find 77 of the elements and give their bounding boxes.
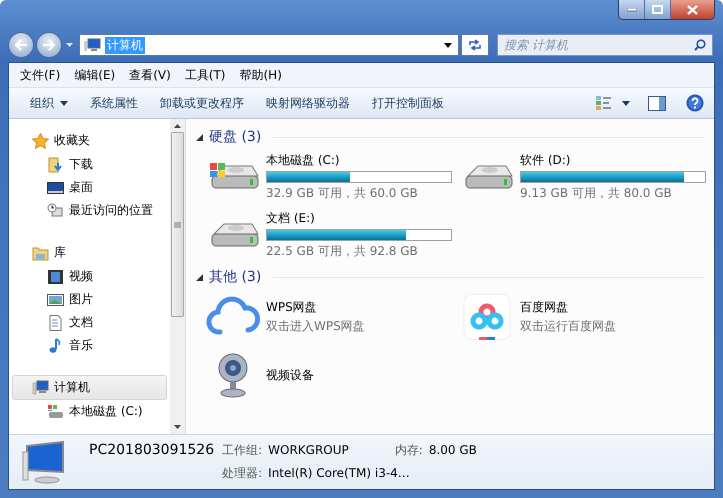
picture-icon bbox=[47, 292, 64, 308]
collapse-icon[interactable] bbox=[196, 134, 203, 140]
sidebar-item[interactable]: 最近访问的位置 bbox=[9, 199, 170, 222]
back-button[interactable] bbox=[8, 32, 34, 58]
memory-value: 8.00 GB bbox=[428, 443, 477, 457]
scroll-up-icon[interactable] bbox=[174, 124, 181, 128]
minimize-button[interactable] bbox=[619, 0, 645, 19]
sidebar-item[interactable]: 图片 bbox=[9, 288, 170, 311]
maximize-icon bbox=[652, 5, 663, 14]
recent-icon bbox=[47, 202, 64, 218]
sidebar-item[interactable]: 下载 bbox=[9, 153, 170, 176]
item-detail: 双击运行百度网盘 bbox=[520, 318, 616, 335]
maximize-button[interactable] bbox=[645, 0, 671, 19]
toolbar-button[interactable]: 打开控制面板 bbox=[361, 94, 455, 112]
item-name[interactable]: 软件 (D:) bbox=[520, 152, 706, 169]
search-icon[interactable] bbox=[694, 39, 706, 51]
sidebar-item[interactable]: 桌面 bbox=[9, 176, 170, 199]
item-name[interactable]: WPS网盘 bbox=[266, 299, 365, 316]
help-icon[interactable] bbox=[686, 94, 704, 112]
item-name[interactable]: 百度网盘 bbox=[520, 299, 616, 316]
refresh-icon bbox=[468, 39, 482, 51]
sidebar-item[interactable]: 文档 bbox=[9, 311, 170, 334]
view-options-icon[interactable] bbox=[596, 96, 612, 110]
desktop-icon bbox=[47, 180, 64, 196]
item-detail: 32.9 GB 可用，共 60.0 GB bbox=[266, 185, 419, 202]
collapse-icon[interactable] bbox=[196, 274, 203, 280]
toolbar-button[interactable]: 组织 bbox=[19, 94, 79, 112]
menu-item[interactable]: 查看(V) bbox=[122, 66, 178, 84]
processor-value: Intel(R) Core(TM) i3-4… bbox=[268, 466, 411, 480]
download-icon bbox=[47, 156, 64, 172]
item-detail: 9.13 GB 可用，共 80.0 GB bbox=[520, 185, 673, 202]
item-detail: 22.5 GB 可用，共 92.8 GB bbox=[266, 243, 419, 260]
scroll-down-icon[interactable] bbox=[174, 425, 181, 429]
section-title[interactable]: 其他 (3) bbox=[209, 268, 262, 286]
computer-name: PC201803091526 bbox=[89, 442, 214, 458]
sidebar-item[interactable]: 库 bbox=[12, 240, 167, 265]
search-field[interactable]: 搜索 计算机 bbox=[497, 34, 713, 56]
item-name[interactable]: 本地磁盘 (C:) bbox=[266, 152, 452, 169]
menu-item[interactable]: 工具(T) bbox=[178, 66, 232, 84]
scrollbar[interactable] bbox=[170, 119, 185, 434]
workgroup-label: 工作组: bbox=[222, 442, 262, 459]
menu-item[interactable]: 帮助(H) bbox=[232, 66, 289, 84]
processor-label: 处理器: bbox=[222, 465, 262, 482]
memory-label: 内存: bbox=[394, 442, 423, 459]
document-icon bbox=[47, 314, 64, 330]
item-name[interactable]: 文档 (E:) bbox=[266, 210, 452, 227]
sidebar-item[interactable]: 计算机 bbox=[12, 375, 167, 400]
caret-icon[interactable] bbox=[444, 42, 452, 48]
sidebar-item[interactable]: 收藏夹 bbox=[12, 128, 167, 153]
close-icon bbox=[687, 4, 698, 14]
forward-arrow-icon bbox=[42, 39, 56, 51]
close-button[interactable] bbox=[671, 0, 714, 19]
computer-icon bbox=[84, 38, 101, 52]
computer-icon bbox=[32, 380, 49, 396]
star-icon bbox=[32, 132, 49, 148]
back-arrow-icon bbox=[14, 39, 28, 51]
folder-icon bbox=[32, 244, 49, 260]
menu-item[interactable]: 文件(F) bbox=[13, 66, 68, 84]
toolbar-button[interactable]: 系统属性 bbox=[79, 94, 149, 112]
forward-button[interactable] bbox=[36, 32, 62, 58]
scroll-thumb[interactable] bbox=[171, 132, 184, 317]
item-name[interactable]: 视频设备 bbox=[266, 366, 314, 384]
video-icon bbox=[47, 268, 64, 284]
minimize-icon bbox=[626, 8, 636, 12]
sidebar-item[interactable]: 本地磁盘 (C:) bbox=[9, 400, 170, 423]
workgroup-value: WORKGROUP bbox=[268, 443, 349, 457]
item-detail: 双击进入WPS网盘 bbox=[266, 318, 365, 335]
sidebar-item[interactable]: 音乐 bbox=[9, 334, 170, 357]
refresh-button[interactable] bbox=[461, 34, 489, 56]
toolbar-button[interactable]: 卸载或更改程序 bbox=[149, 94, 255, 112]
toolbar-button[interactable]: 映射网络驱动器 bbox=[255, 94, 361, 112]
preview-pane-icon[interactable] bbox=[648, 96, 666, 110]
menu-item[interactable]: 编辑(E) bbox=[67, 66, 122, 84]
caret-icon[interactable] bbox=[622, 100, 630, 106]
sidebar-item[interactable]: 视频 bbox=[9, 265, 170, 288]
system-drive-icon bbox=[47, 404, 64, 420]
section-title[interactable]: 硬盘 (3) bbox=[209, 128, 262, 146]
